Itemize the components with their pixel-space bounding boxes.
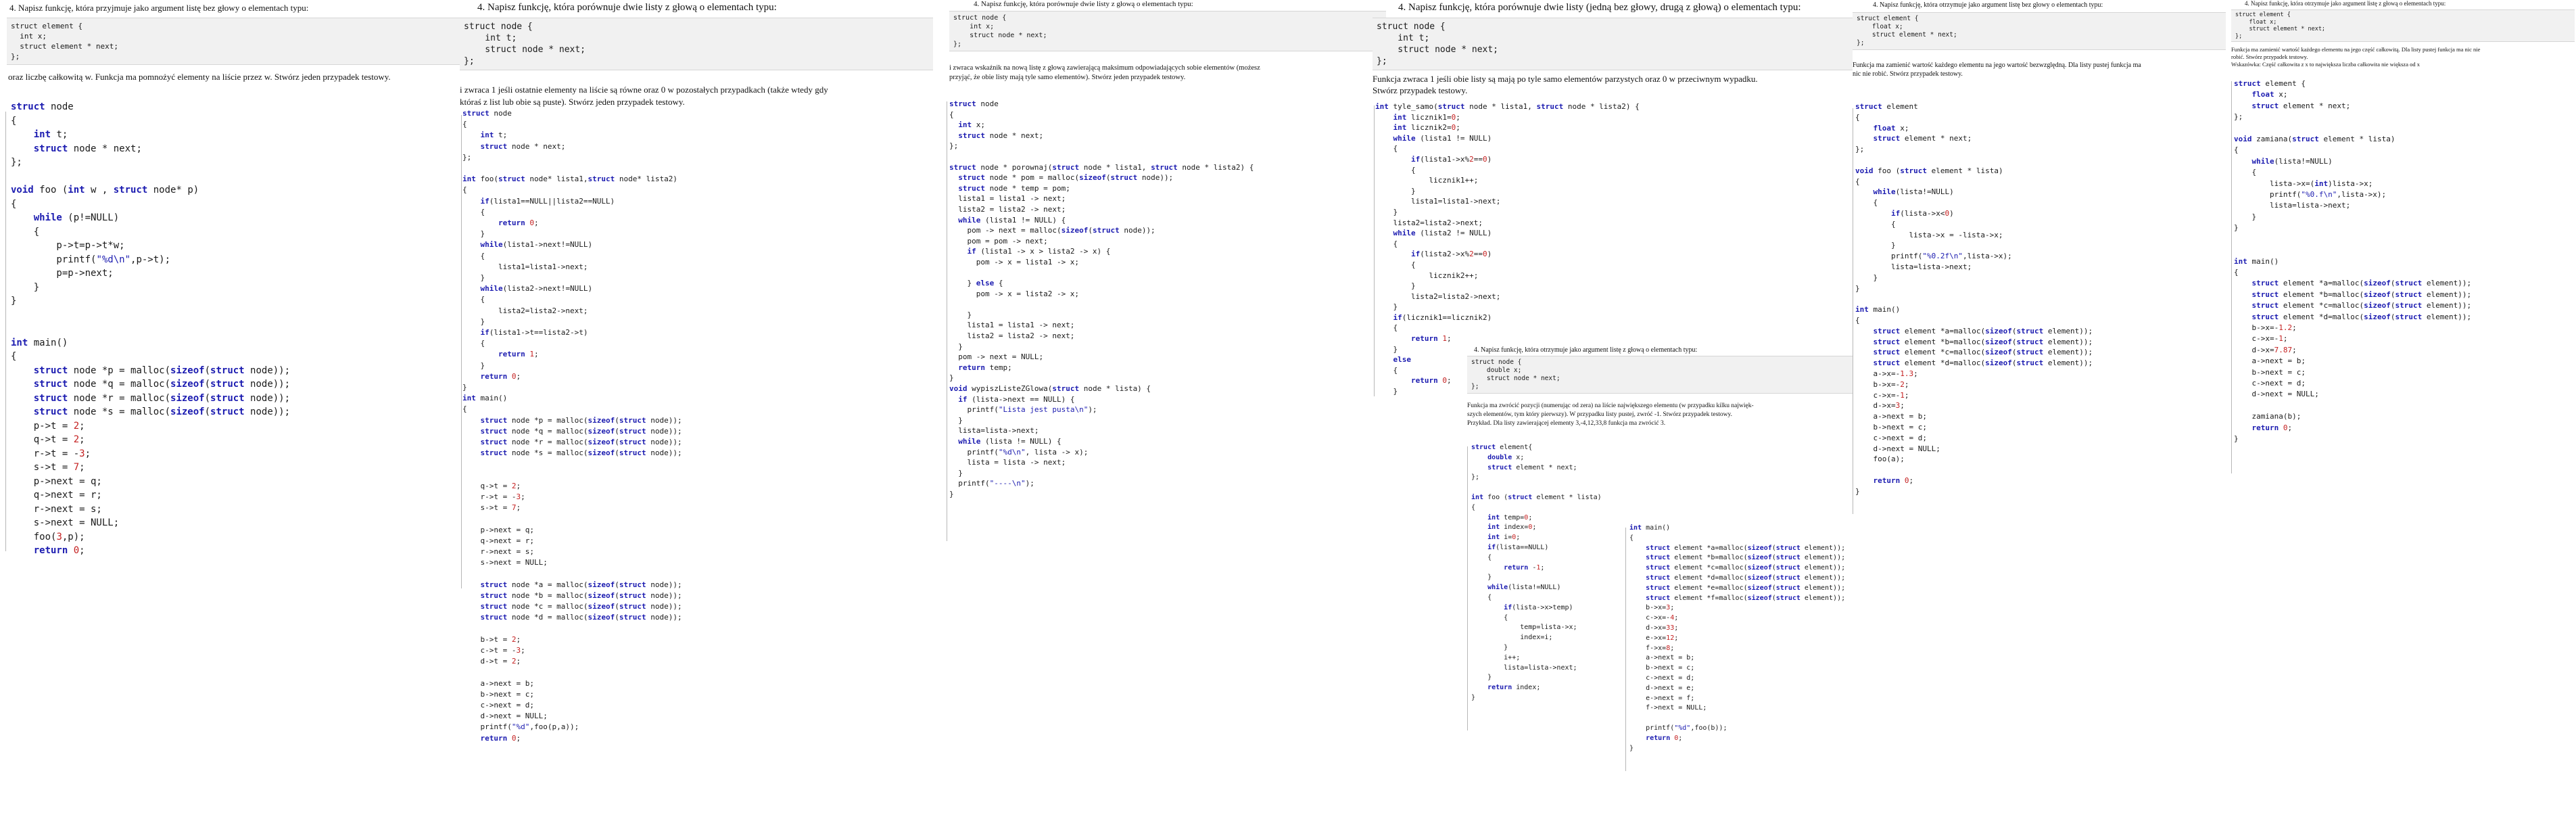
struct-definition: struct node { int x; struct node * next;… (949, 11, 1386, 51)
fold-gutter (5, 112, 6, 551)
panel-3: 4. Napisz funkcję, która porównuje dwie … (940, 0, 1386, 836)
sub-fold-gutter-right (1625, 528, 1626, 771)
sub-code-editor-left[interactable]: struct element{ double x; struct element… (1471, 443, 1602, 703)
code-editor[interactable]: struct element { float x; struct element… (1855, 101, 2093, 496)
sub-task-heading: 4. Napisz funkcję, która otrzymuje jako … (1474, 346, 1698, 354)
task-description: oraz liczbę całkowitą w. Funkcja ma pomn… (8, 72, 391, 82)
code-editor[interactable]: struct node { int t; struct node * next;… (11, 100, 290, 558)
code-editor[interactable]: struct node { int x; struct node * next;… (949, 99, 1254, 500)
struct-definition: struct element { float x; struct element… (2231, 9, 2575, 42)
sub-fold-gutter (1467, 446, 1468, 730)
task-heading: 4. Napisz funkcję, która porównuje dwie … (1398, 2, 1801, 13)
task-heading: 4. Napisz funkcję, która otrzymuje jako … (2245, 0, 2446, 7)
task-description: Funkcja ma zamienić wartość każdego elem… (1853, 62, 2141, 78)
struct-definition: struct node { int t; struct node * next;… (460, 18, 933, 70)
panel-5: 4. Napisz funkcję, która otrzymuje jako … (1853, 0, 2231, 836)
code-editor[interactable]: struct node { int t; struct node * next;… (462, 108, 682, 744)
sub-struct-definition: struct node { double x; struct node * ne… (1467, 356, 1853, 394)
task-description: Funkcja ma zamienić wartość każdego elem… (2231, 46, 2481, 68)
fold-gutter (461, 115, 462, 588)
fold-gutter (2231, 81, 2232, 473)
task-heading: 4. Napisz funkcję, która otrzymuje jako … (1873, 1, 2103, 9)
task-heading: 4. Napisz funkcję, która przyjmuje jako … (9, 3, 309, 13)
task-description: i zwraca wskaźnik na nową listę z głową … (949, 64, 1260, 81)
struct-definition: struct node { int t; struct node * next;… (1373, 18, 1853, 70)
task-heading: 4. Napisz funkcję, która porównuje dwie … (974, 0, 1193, 8)
struct-definition: struct element { float x; struct element… (1853, 12, 2226, 50)
task-description: Funkcja zwraca 1 jeśli obie listy są maj… (1373, 74, 1758, 95)
struct-definition: struct element { int x; struct element *… (7, 18, 460, 65)
fold-gutter (1374, 106, 1375, 396)
task-description: i zwraca 1 jeśli ostatnie elementy na li… (460, 85, 828, 107)
panel-2: 4. Napisz funkcję, która porównuje dwie … (460, 0, 933, 836)
sub-code-editor-right[interactable]: int main() { struct element *a=malloc(si… (1629, 524, 1845, 753)
panel-4: 4. Napisz funkcję, która porównuje dwie … (1373, 0, 1853, 836)
panel-6: 4. Napisz funkcję, która otrzymuje jako … (2231, 0, 2576, 836)
sub-task-description: Funkcja ma zwrócić pozycji (numerując od… (1467, 402, 1754, 427)
code-editor[interactable]: struct element { float x; struct element… (2234, 78, 2471, 444)
task-heading: 4. Napisz funkcję, która porównuje dwie … (477, 2, 777, 13)
panel-1: 4. Napisz funkcję, która przyjmuje jako … (0, 0, 460, 836)
